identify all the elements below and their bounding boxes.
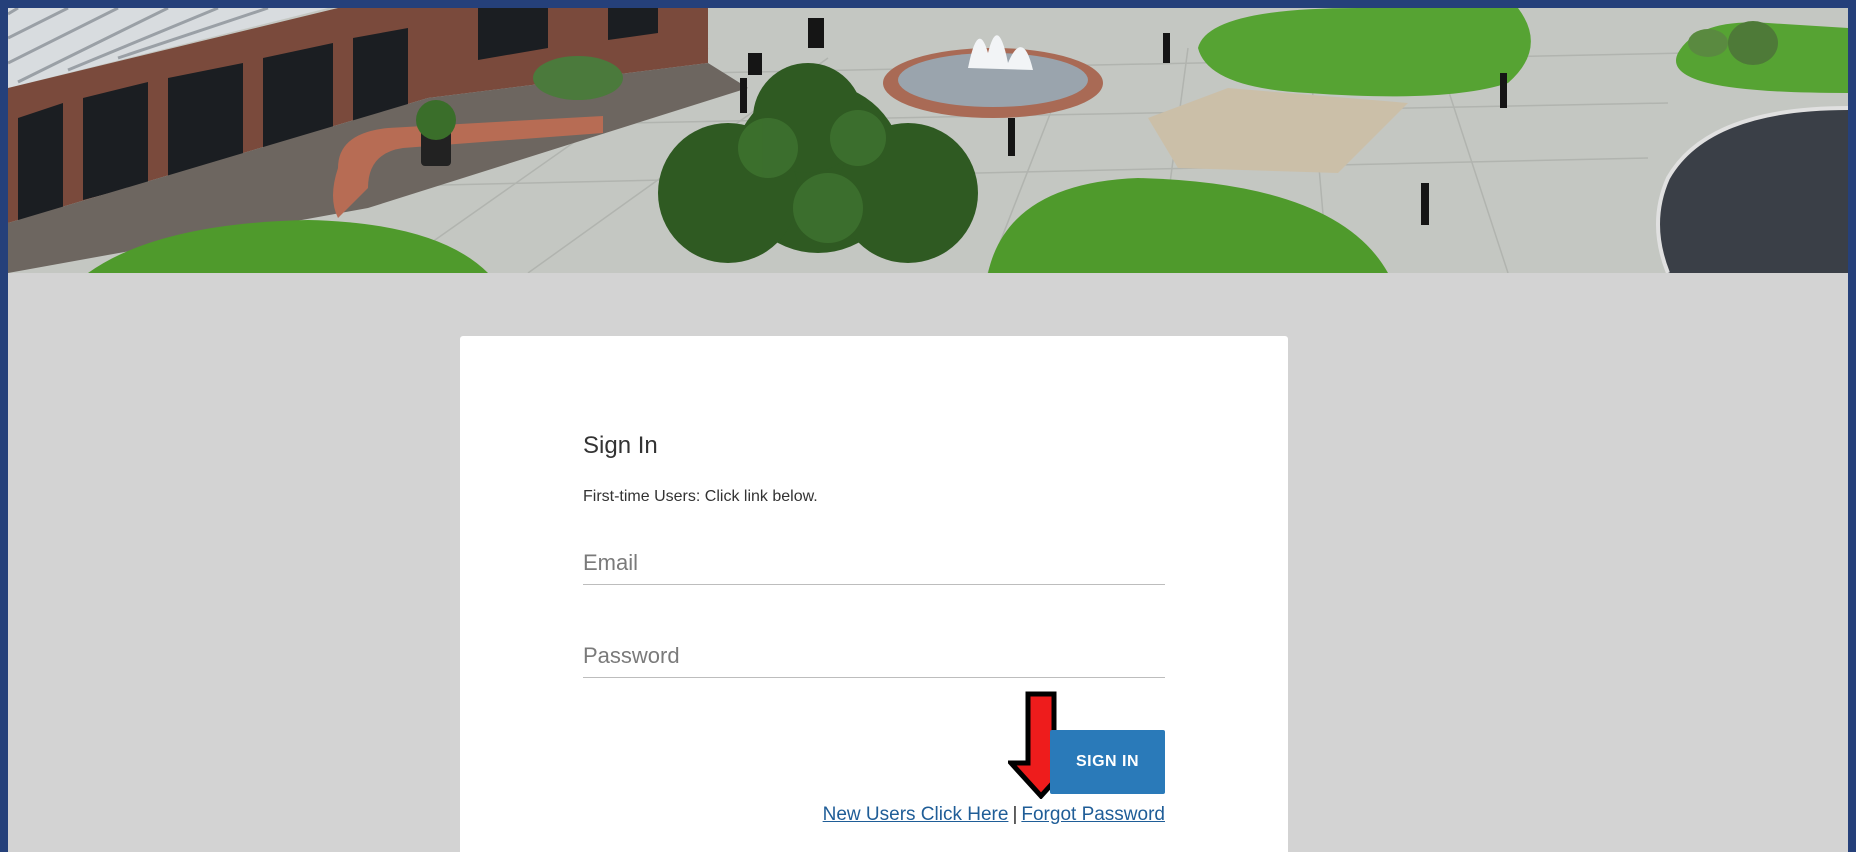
password-input[interactable] [583, 634, 1165, 678]
new-users-link[interactable]: New Users Click Here [823, 804, 1009, 825]
campus-plaza-illustration [8, 8, 1848, 273]
sign-in-card: Sign In First-time Users: Click link bel… [460, 336, 1288, 852]
account-links: New Users Click Here | Forgot Password [823, 804, 1165, 826]
forgot-password-link[interactable]: Forgot Password [1021, 804, 1165, 825]
campus-banner-image [8, 8, 1848, 273]
page-frame: Sign In First-time Users: Click link bel… [0, 0, 1856, 852]
link-separator: | [1012, 804, 1018, 825]
sign-in-button[interactable]: SIGN IN [1050, 730, 1165, 794]
sign-in-title: Sign In [583, 432, 658, 459]
email-input[interactable] [583, 541, 1165, 585]
first-time-users-hint: First-time Users: Click link below. [583, 488, 818, 505]
